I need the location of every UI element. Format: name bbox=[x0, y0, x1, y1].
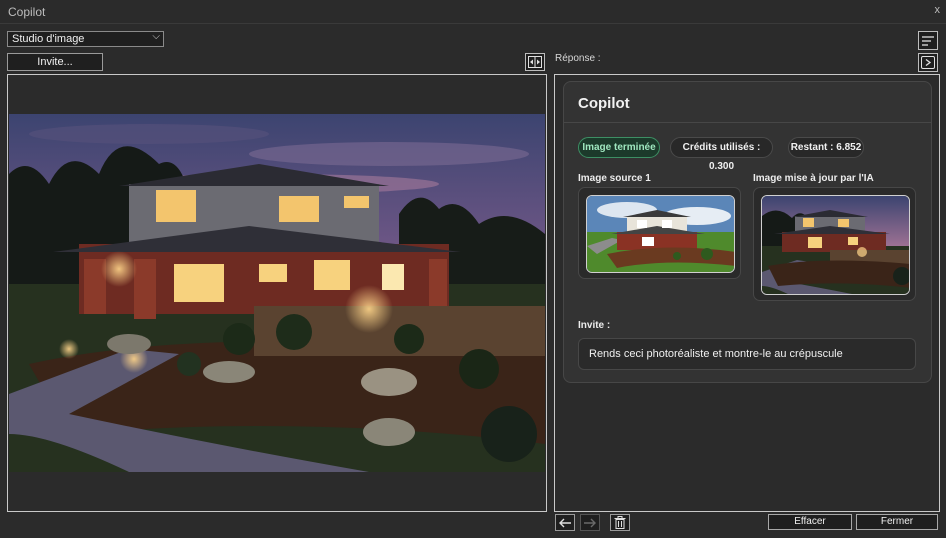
chevron-down-icon: ⌵ bbox=[152, 31, 160, 42]
clear-button[interactable]: Effacer bbox=[768, 514, 852, 530]
response-label: Réponse : bbox=[555, 53, 601, 64]
mode-dropdown-value: Studio d'image bbox=[12, 33, 85, 45]
source-image-label: Image source 1 bbox=[578, 173, 651, 184]
updated-image-label: Image mise à jour par l'IA bbox=[753, 173, 874, 184]
card-divider bbox=[564, 122, 931, 123]
expand-panel-icon bbox=[921, 56, 935, 69]
sort-button[interactable] bbox=[918, 31, 938, 50]
invite-label: Invite : bbox=[578, 320, 611, 331]
window-close-button[interactable]: x bbox=[935, 4, 941, 16]
title-bar: Copilot x bbox=[0, 0, 946, 24]
source-image-card[interactable] bbox=[578, 187, 741, 279]
delete-button[interactable] bbox=[610, 514, 630, 531]
window-title: Copilot bbox=[8, 5, 46, 19]
credits-used-badge: Crédits utilisés : 0.300 bbox=[670, 137, 773, 172]
trash-icon bbox=[614, 516, 626, 529]
source-image-thumbnail[interactable] bbox=[586, 195, 735, 273]
arrow-left-icon bbox=[559, 518, 571, 527]
mode-dropdown[interactable]: Studio d'image ⌵ bbox=[7, 31, 164, 47]
dusk-house-image bbox=[9, 114, 545, 472]
compare-icon bbox=[528, 56, 542, 68]
compare-button[interactable] bbox=[525, 53, 545, 71]
forward-button[interactable] bbox=[580, 514, 600, 531]
image-preview-frame bbox=[7, 74, 547, 512]
prompt-text-box: Rends ceci photoréaliste et montre-le au… bbox=[578, 338, 916, 370]
copilot-response-card: Copilot Image terminée Crédits utilisés … bbox=[563, 81, 932, 383]
card-title: Copilot bbox=[578, 95, 630, 112]
updated-image-thumbnail[interactable] bbox=[761, 195, 910, 295]
close-button[interactable]: Fermer bbox=[856, 514, 938, 530]
status-badge: Image terminée bbox=[578, 137, 660, 158]
back-button[interactable] bbox=[555, 514, 575, 531]
arrow-right-icon bbox=[584, 518, 596, 527]
response-panel: Copilot Image terminée Crédits utilisés … bbox=[554, 74, 940, 512]
remaining-credits-badge: Restant : 6.852 bbox=[788, 137, 864, 158]
sort-lines-icon bbox=[922, 35, 934, 46]
expand-panel-button[interactable] bbox=[918, 53, 938, 72]
invite-button[interactable]: Invite... bbox=[7, 53, 103, 71]
updated-image-card[interactable] bbox=[753, 187, 916, 301]
